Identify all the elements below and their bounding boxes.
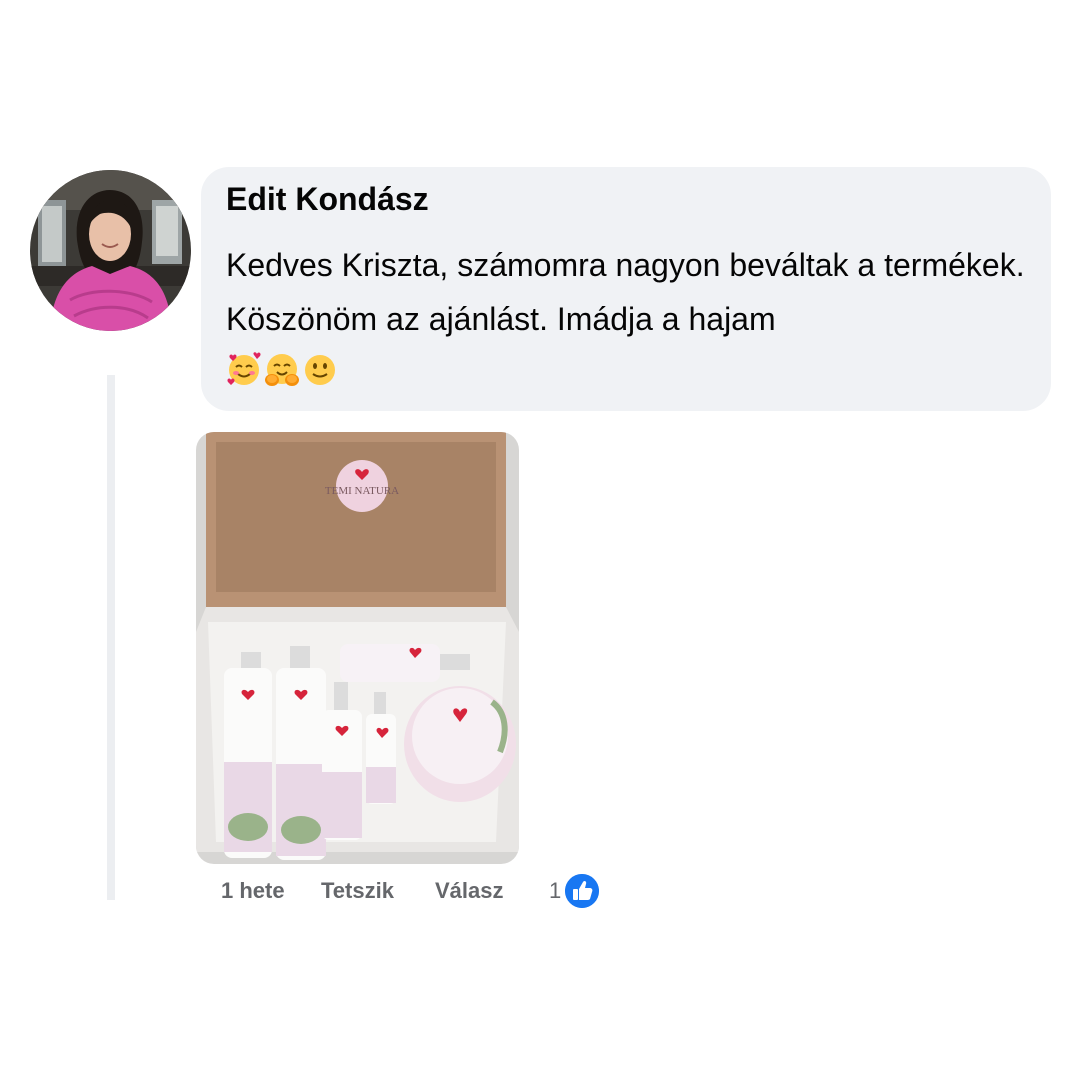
reaction-count: 1 bbox=[549, 878, 562, 903]
product-box-photo: TEMI NATURA bbox=[196, 432, 519, 864]
brand-sticker-text: TEMI NATURA bbox=[325, 485, 399, 497]
comment-text: Kedves Kriszta, számomra nagyon beváltak… bbox=[226, 238, 1027, 390]
avatar[interactable] bbox=[30, 170, 191, 331]
comment-timestamp[interactable]: 1 hete bbox=[221, 878, 321, 904]
reply-thread-line bbox=[107, 375, 115, 900]
hugging-face-icon bbox=[265, 354, 299, 386]
comment-emojis bbox=[226, 350, 1027, 390]
comment-author[interactable]: Edit Kondász bbox=[226, 179, 1027, 219]
comment-bubble: Edit Kondász Kedves Kriszta, számomra na… bbox=[201, 167, 1051, 411]
reply-button[interactable]: Válasz bbox=[435, 878, 549, 904]
like-button[interactable]: Tetszik bbox=[321, 878, 435, 904]
comment-body: Kedves Kriszta, számomra nagyon beváltak… bbox=[226, 247, 1025, 337]
comment-actions: 1 hete Tetszik Válasz 1 bbox=[221, 872, 602, 910]
avatar-photo bbox=[30, 170, 191, 331]
comment-photo[interactable]: TEMI NATURA bbox=[196, 432, 519, 864]
like-thumb-icon bbox=[563, 872, 602, 910]
smiling-face-with-hearts-icon bbox=[227, 352, 261, 385]
reaction-summary[interactable]: 1 bbox=[549, 872, 602, 910]
slightly-smiling-face-icon bbox=[305, 355, 335, 385]
